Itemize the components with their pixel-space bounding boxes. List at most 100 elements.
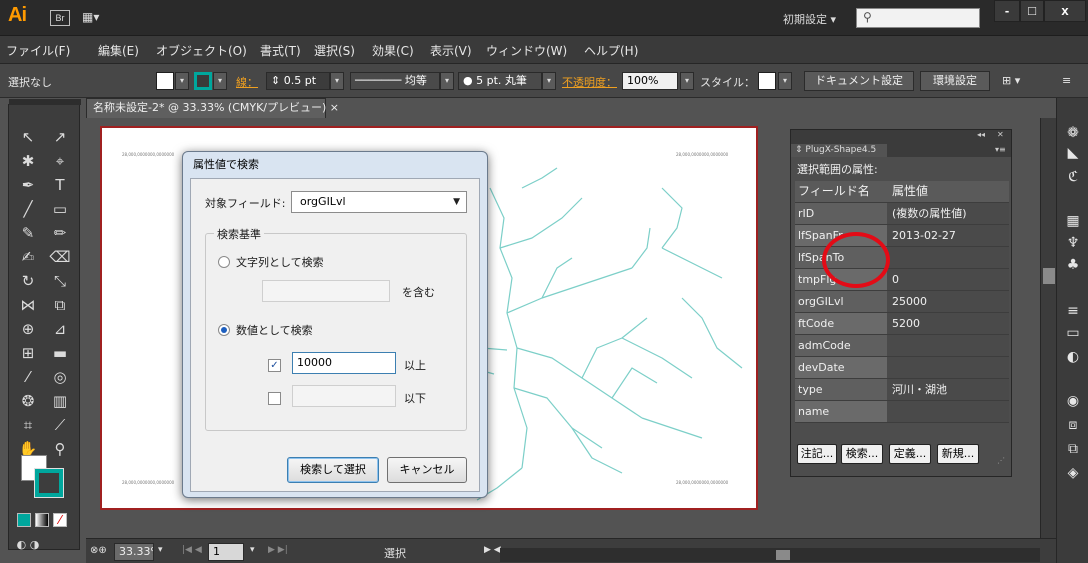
arrange-icon[interactable]: ⊞ ▾ <box>1002 74 1020 87</box>
menu-view[interactable]: 表示(V) <box>430 42 472 59</box>
stroke-dropdown-icon[interactable]: ▾ <box>213 72 227 90</box>
tools-panel-collapse-bar[interactable] <box>9 99 81 105</box>
shape-builder-tool-icon[interactable]: ⊕ <box>13 317 43 341</box>
field-value[interactable] <box>887 335 1009 356</box>
artboard-number-field[interactable]: 1 <box>208 543 244 561</box>
mesh-tool-icon[interactable]: ⊞ <box>13 341 43 365</box>
numeric-search-radio[interactable] <box>218 324 230 336</box>
style-dropdown-icon[interactable]: ▾ <box>778 72 792 90</box>
artboard-tool-icon[interactable]: ⌗ <box>13 413 43 437</box>
table-row[interactable]: devDate <box>795 357 1009 379</box>
fill-swatch[interactable] <box>156 72 174 90</box>
close-window-button[interactable]: x <box>1044 0 1086 22</box>
menu-help[interactable]: ヘルプ(H) <box>584 42 638 59</box>
rotate-tool-icon[interactable]: ↻ <box>13 269 43 293</box>
field-value[interactable]: 5200 <box>887 313 1009 334</box>
none-mode-icon[interactable]: ⁄ <box>53 513 67 527</box>
draw-mode-icon[interactable]: ◐ ◑ <box>13 533 43 557</box>
field-value[interactable]: 25000 <box>887 291 1009 312</box>
selection-tool-icon[interactable]: ↖ <box>13 125 43 149</box>
menu-window[interactable]: ウィンドウ(W) <box>486 42 567 59</box>
horizontal-scrollbar[interactable] <box>500 548 1040 562</box>
color-mode-icon[interactable] <box>17 513 31 527</box>
opacity-label[interactable]: 不透明度： <box>562 74 617 90</box>
table-row[interactable]: ftCode 5200 <box>795 313 1009 335</box>
type-tool-icon[interactable]: T <box>45 173 75 197</box>
bridge-button[interactable]: Br <box>50 10 70 26</box>
menu-edit[interactable]: 編集(E) <box>98 42 139 59</box>
collapse-panel-icon[interactable]: ◂◂ <box>977 130 985 139</box>
field-value[interactable]: 河川・湖池 <box>887 379 1009 400</box>
field-value[interactable] <box>887 401 1009 422</box>
column-graph-tool-icon[interactable]: ▥ <box>45 389 75 413</box>
scale-tool-icon[interactable]: ⤡ <box>45 269 75 293</box>
slice-tool-icon[interactable]: ⟋ <box>45 413 75 437</box>
vertical-scroll-thumb[interactable] <box>1043 268 1055 284</box>
table-row[interactable]: admCode <box>795 335 1009 357</box>
minimize-button[interactable]: - <box>994 0 1020 22</box>
variable-width-profile[interactable]: ─────── 均等 <box>350 72 440 90</box>
fill-dropdown-icon[interactable]: ▾ <box>175 72 189 90</box>
color-guide-icon[interactable]: ❁ <box>1064 124 1082 142</box>
symbol-sprayer-tool-icon[interactable]: ❂ <box>13 389 43 413</box>
brushes-panel-icon[interactable]: ℭ <box>1064 168 1082 186</box>
club-icon[interactable]: ♣ <box>1064 256 1082 274</box>
width-tool-icon[interactable]: ⋈ <box>13 293 43 317</box>
document-setup-button[interactable]: ドキュメント設定 <box>804 71 914 91</box>
menu-effect[interactable]: 効果(C) <box>372 42 414 59</box>
artboard-dropdown-icon[interactable]: ▾ <box>250 545 255 555</box>
preferences-button[interactable]: 環境設定 <box>920 71 990 91</box>
gradient-panel-icon[interactable]: ◣ <box>1064 144 1082 162</box>
help-search-input[interactable]: ⚲ <box>856 8 980 28</box>
vertical-scrollbar[interactable] <box>1040 118 1056 538</box>
rectangle-tool-icon[interactable]: ▭ <box>45 197 75 221</box>
blend-tool-icon[interactable]: ◎ <box>45 365 75 389</box>
menu-select[interactable]: 選択(S) <box>314 42 355 59</box>
symbols-panel-icon[interactable]: ♆ <box>1064 234 1082 252</box>
appearance-panel-icon[interactable]: ◐ <box>1064 348 1082 366</box>
stroke-swatch[interactable] <box>194 72 212 90</box>
zoom-field[interactable]: 33.33% <box>114 543 154 561</box>
transparency-panel-icon[interactable]: ▭ <box>1064 324 1082 342</box>
min-value-input[interactable]: 10000 <box>292 352 396 374</box>
free-transform-tool-icon[interactable]: ⧉ <box>45 293 75 317</box>
horizontal-scroll-thumb[interactable] <box>776 550 790 560</box>
document-tab-close-icon[interactable]: × <box>330 101 339 114</box>
status-menu-icon[interactable]: ▶ ◀ <box>484 545 501 555</box>
field-value[interactable] <box>887 357 1009 378</box>
swatches-panel-icon[interactable]: ▦ <box>1064 212 1082 230</box>
target-field-select[interactable]: orgGILvl ▼ <box>291 191 467 213</box>
define-button[interactable]: 定義... <box>889 444 931 464</box>
paintbrush-tool-icon[interactable]: ✎ <box>13 221 43 245</box>
control-panel-menu-icon[interactable]: ≡ <box>1062 74 1071 87</box>
string-search-radio[interactable] <box>218 256 230 268</box>
table-row[interactable]: orgGILvl 25000 <box>795 291 1009 313</box>
close-panel-icon[interactable]: ✕ <box>997 130 1004 139</box>
brush-dropdown-icon[interactable]: ▾ <box>542 72 556 90</box>
zoom-icon[interactable]: ⊗⊕ <box>90 545 107 556</box>
stroke-weight-dropdown-icon[interactable]: ▾ <box>330 72 344 90</box>
annotate-button[interactable]: 注記... <box>797 444 837 464</box>
menu-file[interactable]: ファイル(F) <box>6 42 70 59</box>
pen-tool-icon[interactable]: ✒ <box>13 173 43 197</box>
gradient-tool-icon[interactable]: ▬ <box>45 341 75 365</box>
plugx-tab[interactable]: ⇕ PlugX-Shape4.5 <box>791 144 887 157</box>
document-tab[interactable]: 名称未設定-2* @ 33.33% (CMYK/プレビュー) × <box>86 98 339 118</box>
max-value-checkbox[interactable] <box>268 392 281 405</box>
profile-dropdown-icon[interactable]: ▾ <box>440 72 454 90</box>
table-row[interactable]: rID (複数の属性値) <box>795 203 1009 225</box>
stroke-color-box[interactable] <box>34 468 64 498</box>
arrange-documents-icon[interactable]: ▦▾ <box>82 10 108 26</box>
opacity-field[interactable]: 100% <box>622 72 678 90</box>
perspective-grid-tool-icon[interactable]: ⊿ <box>45 317 75 341</box>
max-value-input[interactable] <box>292 385 396 407</box>
menu-object[interactable]: オブジェクト(O) <box>156 42 247 59</box>
new-button[interactable]: 新規... <box>937 444 979 464</box>
search-and-select-button[interactable]: 検索して選択 <box>287 457 379 483</box>
pencil-tool-icon[interactable]: ✏ <box>45 221 75 245</box>
stroke-weight-field[interactable]: ⇕ 0.5 pt <box>266 72 330 90</box>
graphic-style-swatch[interactable] <box>758 72 776 90</box>
menu-type[interactable]: 書式(T) <box>260 42 301 59</box>
field-value[interactable]: (複数の属性値) <box>887 203 1009 224</box>
artboards-panel-icon[interactable]: ⧈ <box>1064 416 1082 434</box>
